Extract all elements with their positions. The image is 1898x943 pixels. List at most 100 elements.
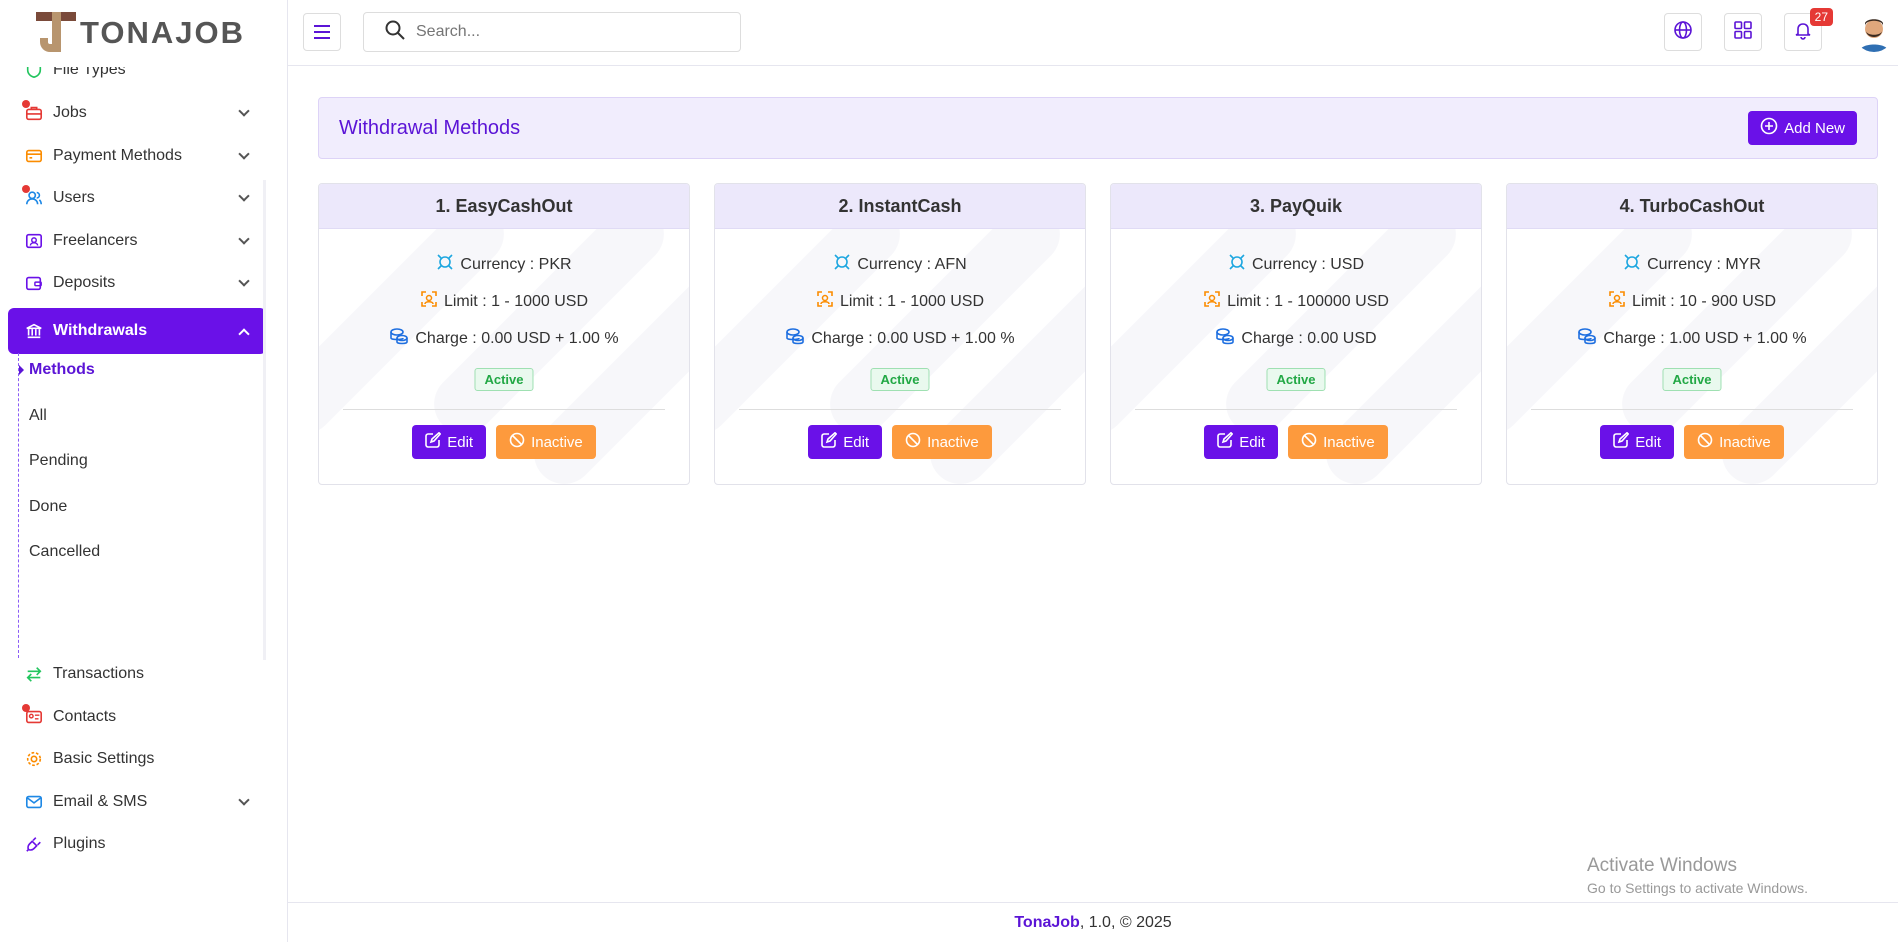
shield-icon <box>24 67 44 80</box>
sidebar-item-deposits[interactable]: Deposits <box>8 260 266 306</box>
divider <box>343 409 665 410</box>
contact-card-icon <box>22 704 44 727</box>
sidebar-menu: File Types Jobs Payment Methods Users Fr… <box>0 67 287 942</box>
chevron-down-icon <box>238 233 250 245</box>
submenu-item-methods[interactable]: Methods <box>19 361 95 379</box>
coins-icon <box>1215 327 1235 350</box>
logo[interactable]: TONAJOB <box>0 0 287 66</box>
sidebar-item-label: Transactions <box>53 665 144 682</box>
edit-button[interactable]: Edit <box>1600 425 1675 459</box>
edit-button[interactable]: Edit <box>1204 425 1279 459</box>
sidebar-item-label: Contacts <box>53 708 117 725</box>
footer: TonaJob, 1.0, © 2025 <box>288 902 1898 942</box>
plug-icon <box>24 834 44 854</box>
divider <box>1135 409 1457 410</box>
method-card: 4. TurboCashOut Currency : MYR Limit : 1… <box>1506 183 1878 485</box>
logo-mark-icon <box>36 12 76 54</box>
apps-button[interactable] <box>1724 13 1762 51</box>
divider <box>1531 409 1853 410</box>
credit-card-icon <box>24 146 44 166</box>
sidebar-item-withdrawals[interactable]: Withdrawals <box>8 308 266 354</box>
arrows-exchange-icon <box>24 664 44 684</box>
chevron-down-icon <box>238 148 250 160</box>
inactive-button[interactable]: Inactive <box>892 425 992 459</box>
watermark-title: Activate Windows <box>1587 855 1737 876</box>
charge-row: Charge : 1.00 USD + 1.00 % <box>1507 327 1877 350</box>
logo-text: TONAJOB <box>80 15 246 50</box>
divider <box>739 409 1061 410</box>
status-badge: Active <box>1266 368 1326 391</box>
status-badge: Active <box>474 368 534 391</box>
charge-row: Charge : 0.00 USD + 1.00 % <box>715 327 1085 350</box>
activate-windows-watermark: Activate Windows Go to Settings to activ… <box>1587 855 1808 896</box>
coins-icon <box>389 327 409 350</box>
chevron-up-icon <box>238 328 250 340</box>
coins-icon <box>785 327 805 350</box>
inactive-button[interactable]: Inactive <box>1288 425 1388 459</box>
currency-row: Currency : PKR <box>319 253 689 276</box>
edit-button[interactable]: Edit <box>808 425 883 459</box>
sidebar-item-label: Freelancers <box>53 232 138 249</box>
notifications-button[interactable]: 27 <box>1784 8 1833 51</box>
search-input[interactable] <box>416 23 716 41</box>
sidebar-item-label: Plugins <box>53 835 106 852</box>
sidebar-item-label: Payment Methods <box>53 147 182 164</box>
mail-icon <box>24 792 44 812</box>
watermark-subtitle: Go to Settings to activate Windows. <box>1587 880 1808 896</box>
currency-row: Currency : AFN <box>715 253 1085 276</box>
search-box[interactable] <box>363 12 741 52</box>
chevron-down-icon <box>238 275 250 287</box>
method-card-title: 2. InstantCash <box>715 184 1085 229</box>
ban-icon <box>1697 432 1713 452</box>
sidebar-item-label: File Types <box>53 67 126 78</box>
method-card-title: 3. PayQuik <box>1111 184 1481 229</box>
add-new-button[interactable]: Add New <box>1748 111 1857 145</box>
charge-row: Charge : 0.00 USD + 1.00 % <box>319 327 689 350</box>
sidebar-item-contacts[interactable]: Contacts <box>8 694 266 740</box>
sidebar-scrollbar[interactable] <box>263 180 266 660</box>
sidebar-item-users[interactable]: Users <box>8 175 266 221</box>
submenu-item-all[interactable]: All <box>29 407 47 425</box>
sidebar-item-email-sms[interactable]: Email & SMS <box>8 779 266 825</box>
chevron-down-icon <box>238 190 250 202</box>
inactive-button[interactable]: Inactive <box>496 425 596 459</box>
sidebar-item-label: Jobs <box>53 104 87 121</box>
currency-icon <box>1228 253 1246 276</box>
footer-brand-link[interactable]: TonaJob <box>1014 914 1079 931</box>
plus-circle-icon <box>1760 117 1778 139</box>
inactive-button[interactable]: Inactive <box>1684 425 1784 459</box>
submenu-item-pending[interactable]: Pending <box>29 452 88 470</box>
footer-version: , 1.0, © 2025 <box>1079 914 1172 931</box>
currency-icon <box>436 253 454 276</box>
submenu-item-done[interactable]: Done <box>29 498 67 516</box>
sidebar-item-freelancers[interactable]: Freelancers <box>8 218 266 264</box>
method-card: 2. InstantCash Currency : AFN Limit : 1 … <box>714 183 1086 485</box>
submenu-item-cancelled[interactable]: Cancelled <box>29 543 100 561</box>
ban-icon <box>905 432 921 452</box>
search-icon <box>384 19 406 46</box>
sidebar-item-payment-methods[interactable]: Payment Methods <box>8 133 266 179</box>
edit-icon <box>425 431 442 452</box>
sidebar-item-transactions[interactable]: Transactions <box>8 651 266 697</box>
avatar[interactable] <box>1854 12 1894 52</box>
limit-row: Limit : 1 - 1000 USD <box>319 290 689 313</box>
gear-icon <box>24 749 44 769</box>
page-header: Withdrawal Methods Add New <box>318 97 1878 159</box>
sidebar-item-label: Basic Settings <box>53 750 155 767</box>
ban-icon <box>1301 432 1317 452</box>
status-badge: Active <box>870 368 930 391</box>
method-card: 3. PayQuik Currency : USD Limit : 1 - 10… <box>1110 183 1482 485</box>
menu-toggle-button[interactable] <box>303 13 341 51</box>
users-icon <box>22 185 44 208</box>
sidebar: TONAJOB File Types Jobs Payment Methods … <box>0 0 288 942</box>
language-button[interactable] <box>1664 13 1702 51</box>
limit-icon <box>1203 290 1221 313</box>
bank-icon <box>24 321 44 341</box>
sidebar-item-jobs[interactable]: Jobs <box>8 90 266 136</box>
status-badge: Active <box>1662 368 1722 391</box>
edit-icon <box>1217 431 1234 452</box>
sidebar-item-plugins[interactable]: Plugins <box>8 821 266 867</box>
sidebar-item-basic-settings[interactable]: Basic Settings <box>8 736 266 782</box>
edit-button[interactable]: Edit <box>412 425 487 459</box>
method-card: 1. EasyCashOut Currency : PKR Limit : 1 … <box>318 183 690 485</box>
